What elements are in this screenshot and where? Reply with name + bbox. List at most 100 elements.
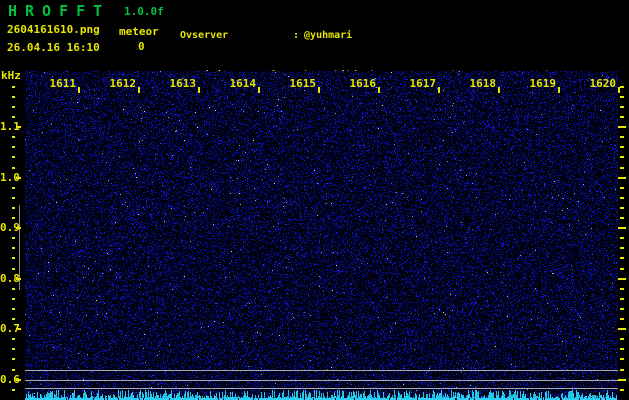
- y-axis-tick-left: [12, 156, 15, 159]
- y-axis-tick-right: [620, 348, 624, 351]
- info-label: Ovserver: [180, 29, 229, 41]
- y-axis-tick-left: [12, 267, 15, 270]
- x-axis-tick: [198, 87, 200, 93]
- x-axis-label: 1620: [589, 77, 617, 90]
- y-axis-tick-left: [12, 217, 15, 219]
- y-axis-tick-right: [618, 277, 626, 280]
- app-title: HROFFT: [8, 2, 111, 20]
- y-axis-tick-right: [618, 227, 626, 230]
- x-axis-tick: [78, 87, 80, 93]
- x-axis-tick: [138, 87, 140, 93]
- x-axis-label: 1618: [469, 77, 497, 90]
- meteor-count: 0: [138, 40, 145, 53]
- x-axis-label: 1611: [49, 77, 77, 90]
- x-axis-tick: [558, 87, 560, 93]
- y-axis-tick-left: [12, 388, 15, 391]
- y-axis-tick-left: [12, 206, 15, 209]
- info-separator: :: [293, 29, 300, 41]
- y-axis-tick-left: [12, 247, 15, 250]
- y-axis-tick-left: [16, 227, 21, 230]
- y-axis-tick-right: [620, 318, 624, 320]
- y-axis-tick-right: [620, 105, 624, 108]
- y-axis-tick-right: [620, 206, 624, 209]
- y-axis-tick-left: [12, 368, 15, 371]
- hrofft-window: HROFFT 1.0.0f 2604161610.png meteor 26.0…: [0, 0, 629, 400]
- y-axis-tick-right: [620, 267, 624, 270]
- x-axis-label: 1613: [169, 77, 197, 90]
- x-axis-label: 1614: [229, 77, 257, 90]
- x-axis-tick: [438, 87, 440, 93]
- y-axis-tick-left: [12, 95, 15, 98]
- y-axis-tick-right: [620, 237, 624, 240]
- y-axis-tick-right: [620, 136, 624, 139]
- y-axis-tick-right: [620, 338, 624, 341]
- y-axis-label: 1.0: [0, 171, 20, 184]
- y-axis-tick-left: [12, 287, 15, 290]
- y-axis-tick-right: [620, 85, 624, 88]
- x-axis-tick: [498, 87, 500, 93]
- y-axis-tick-right: [620, 95, 624, 98]
- x-axis-label: 1612: [109, 77, 137, 90]
- y-axis-tick-left: [12, 116, 15, 118]
- y-axis-tick-left: [12, 85, 15, 88]
- y-axis-tick-left: [16, 176, 21, 179]
- y-axis-tick-right: [620, 368, 624, 371]
- y-axis-tick-left: [12, 307, 15, 310]
- y-axis-tick-right: [620, 297, 624, 300]
- y-axis-label: 0.6: [0, 373, 20, 386]
- y-axis-unit-label: kHz: [1, 69, 21, 82]
- x-axis-tick: [618, 87, 620, 93]
- observation-datetime: 26.04.16 16:10: [7, 41, 100, 54]
- y-axis-tick-left: [12, 136, 15, 139]
- y-axis-tick-left: [12, 348, 15, 351]
- y-axis-tick-right: [620, 257, 624, 260]
- y-axis-tick-right: [620, 287, 624, 290]
- y-axis-tick-left: [12, 338, 15, 341]
- y-axis-tick-right: [618, 378, 626, 381]
- x-axis-label: 1615: [289, 77, 317, 90]
- y-axis-tick-right: [620, 388, 624, 391]
- y-axis-tick-left: [16, 378, 21, 381]
- output-filename: 2604161610.png: [7, 23, 100, 36]
- x-axis-label: 1617: [409, 77, 437, 90]
- y-axis-tick-right: [620, 166, 624, 169]
- x-axis-tick: [318, 87, 320, 93]
- y-axis-tick-right: [618, 328, 626, 331]
- x-axis-tick: [258, 87, 260, 93]
- y-axis-tick-right: [618, 176, 626, 179]
- y-axis-tick-left: [12, 105, 15, 108]
- y-axis-tick-left: [16, 328, 21, 331]
- y-axis-tick-right: [620, 217, 624, 219]
- y-axis-tick-right: [620, 186, 624, 189]
- y-axis-tick-left: [12, 358, 15, 361]
- y-axis-tick-right: [620, 247, 624, 250]
- info-value: @yuhmari: [304, 29, 353, 41]
- app-version: 1.0.0f: [124, 5, 164, 18]
- y-axis-tick-left: [16, 126, 21, 129]
- y-axis-label: 0.9: [0, 221, 20, 234]
- y-axis-tick-left: [12, 257, 15, 260]
- y-axis-tick-left: [12, 318, 15, 320]
- y-axis-tick-right: [620, 156, 624, 159]
- y-axis-label: 1.1: [0, 120, 20, 133]
- y-axis-tick-right: [620, 116, 624, 118]
- y-axis-tick-right: [620, 307, 624, 310]
- y-axis-tick-right: [618, 126, 626, 129]
- y-axis-tick-left: [12, 166, 15, 169]
- spectrogram-canvas: [25, 71, 618, 400]
- y-axis-label: 0.8: [0, 272, 20, 285]
- y-axis-tick-left: [12, 237, 15, 240]
- meteor-counter-label: meteor: [119, 25, 159, 38]
- y-axis-tick-left: [12, 196, 15, 199]
- y-axis-tick-left: [12, 186, 15, 189]
- x-axis-label: 1619: [529, 77, 557, 90]
- y-axis-tick-right: [620, 196, 624, 199]
- x-axis-tick: [378, 87, 380, 93]
- y-axis-tick-left: [12, 297, 15, 300]
- x-axis-label: 1616: [349, 77, 377, 90]
- y-axis-tick-left: [16, 277, 21, 280]
- y-axis-label: 0.7: [0, 322, 20, 335]
- y-axis-tick-right: [620, 358, 624, 361]
- y-axis-tick-right: [620, 146, 624, 149]
- info-line-observer: Ovserver: @yuhmari: [180, 29, 551, 42]
